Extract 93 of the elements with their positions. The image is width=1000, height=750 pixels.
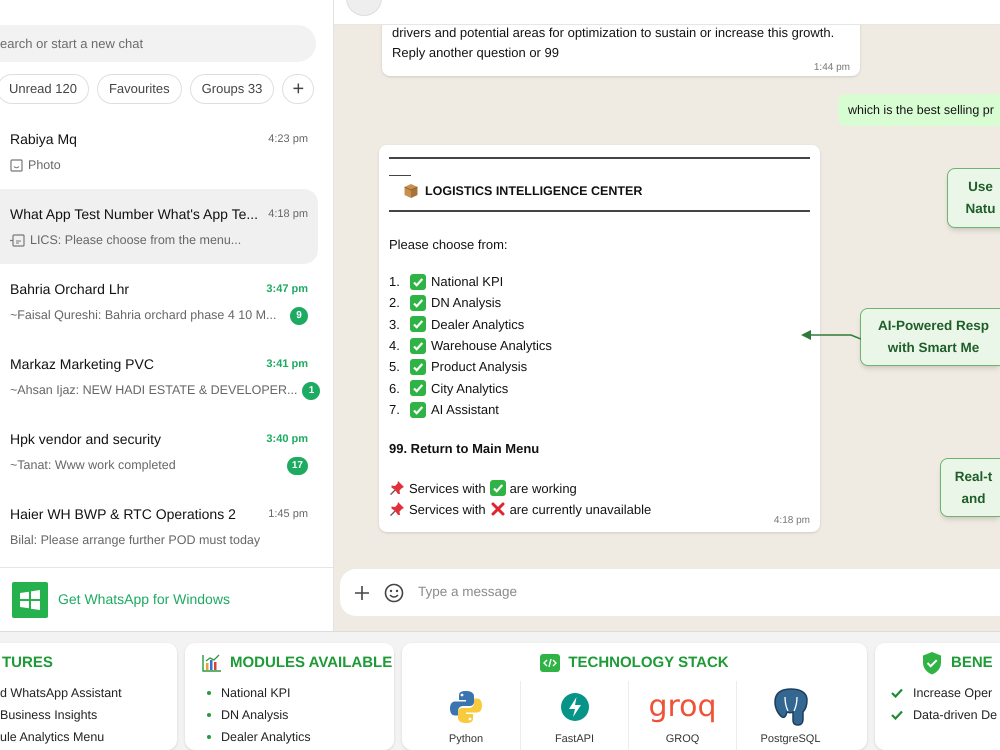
package-icon: [403, 182, 419, 199]
shield-check-icon: [921, 651, 943, 675]
search-field[interactable]: earch or start a new chat: [0, 25, 316, 62]
message-composer[interactable]: Type a message: [340, 569, 1000, 616]
legend-text: Services with: [409, 500, 486, 519]
checkmark-icon: [891, 710, 903, 720]
lightning-logo-icon: [560, 692, 590, 722]
return-option: 99. Return to Main Menu: [389, 439, 810, 459]
bullet-icon: [207, 691, 211, 695]
option-number: 6.: [389, 380, 401, 398]
unread-badge: 9: [290, 306, 308, 324]
chat-time: 1:45 pm: [268, 506, 308, 522]
panel-title: MODULES AVAILABLE: [230, 652, 392, 673]
option-label: AI Assistant: [431, 400, 499, 419]
chat-preview: ~Ahsan Ijaz: NEW HADI ESTATE & DEVELOPER...: [10, 382, 298, 400]
message-text: drivers and potential areas for optimization to sustain or increase this growth. Reply another question or 99: [392, 24, 836, 62]
unread-badge: 17: [286, 456, 308, 474]
option-label: Warehouse Analytics: [431, 337, 552, 356]
callout-text: Use Natu: [966, 178, 996, 218]
chat-time: 4:23 pm: [268, 132, 308, 147]
option-label: National KPI: [431, 273, 504, 292]
groq-logo: groq: [648, 692, 717, 722]
panel-item: National KPI: [221, 684, 290, 702]
chat-time: 3:47 pm: [266, 282, 308, 297]
message-input[interactable]: Type a message: [418, 582, 1000, 603]
message-time: 4:18 pm: [772, 516, 810, 526]
message-time: 1:44 pm: [812, 63, 850, 73]
document-icon: [10, 234, 25, 247]
filter-chip[interactable]: Groups 33: [190, 74, 274, 104]
panel-item: Increase Oper: [913, 684, 992, 702]
bullet-icon: [207, 735, 211, 739]
option-number: 3.: [389, 316, 401, 334]
elephant-logo-icon: [772, 687, 810, 727]
unread-badge: 1: [302, 382, 320, 400]
windows-logo-icon: [12, 582, 48, 618]
option-label: Product Analysis: [431, 358, 528, 376]
chat-name: Hpk vendor and security: [10, 430, 161, 449]
panel-item: Business Insights: [0, 706, 98, 724]
snakes-logo-icon: [448, 689, 484, 725]
chat-preview: ~Faisal Qureshi: Bahria orchard phase 4 10 M...: [10, 307, 278, 324]
emoji-icon: [384, 582, 404, 602]
legend-text: are currently unavailable: [510, 500, 652, 519]
add-filter-button[interactable]: +: [282, 74, 314, 104]
photo-icon: [10, 159, 23, 172]
option-number: 7.: [389, 400, 401, 419]
plus-icon: [354, 584, 370, 600]
option-label: Dealer Analytics: [431, 316, 524, 334]
panel-item: ule Analytics Menu: [0, 728, 104, 746]
chart-icon: [202, 654, 222, 672]
chat-name: Markaz Marketing PVC: [10, 354, 154, 374]
bullet-icon: [207, 713, 211, 717]
chat-time: 4:18 pm: [268, 206, 308, 222]
option-number: 2.: [389, 294, 401, 312]
chat-list-item[interactable]: What App Test Number What's App Te... 4:18 pm LICS: Please choose from the menu...: [0, 189, 318, 264]
chat-preview: ~Tanat: Www work completed: [10, 457, 177, 474]
tech-label: GROQ: [666, 732, 700, 747]
option-number: 1.: [389, 273, 401, 292]
code-icon: [540, 654, 560, 672]
option-label: City Analytics: [431, 380, 508, 398]
panel-title: BENE: [951, 652, 993, 673]
pushpin-icon: [389, 501, 405, 518]
chat-name: Rabiya Mq: [10, 130, 77, 149]
tech-label: PostgreSQL: [760, 732, 820, 747]
chat-preview: Bilal: Please arrange further POD must today: [10, 532, 262, 550]
chat-preview: LICS: Please choose from the menu...: [30, 232, 242, 250]
chat-name: Haier WH BWP & RTC Operations 2: [10, 504, 236, 524]
chat-time: 3:41 pm: [266, 356, 308, 372]
callout-text: AI-Powered Resp with Smart Me: [878, 317, 990, 357]
menu-title: LOGISTICS INTELLIGENCE CENTER: [425, 182, 642, 200]
legend-text: are working: [510, 480, 577, 498]
panel-item: Data-driven De: [913, 706, 998, 724]
panel-title: TECHNOLOGY STACK: [568, 652, 729, 673]
menu-prompt: Please choose from:: [389, 236, 509, 254]
panel-item: DN Analysis: [221, 706, 288, 724]
legend-text: Services with: [409, 480, 486, 498]
checkmark-icon: [891, 688, 903, 698]
tech-label: Python: [448, 732, 484, 747]
panel-title: TURES: [2, 652, 53, 673]
option-label: DN Analysis: [431, 294, 502, 312]
option-number: 5.: [389, 358, 401, 376]
callout-text: Real-t and: [954, 468, 992, 508]
filter-chip[interactable]: Unread 120: [0, 74, 89, 104]
chat-name: Bahria Orchard Lhr: [10, 280, 130, 298]
chat-preview: Photo: [28, 157, 62, 174]
panel-item: d WhatsApp Assistant: [0, 684, 122, 702]
chat-name: What App Test Number What's App Te...: [10, 204, 258, 224]
pushpin-icon: [389, 480, 405, 496]
message-text: which is the best selling pr: [848, 102, 994, 119]
filter-chip[interactable]: Favourites: [96, 74, 182, 104]
chat-time: 3:40 pm: [266, 432, 308, 447]
panel-item: Dealer Analytics: [221, 728, 311, 746]
tech-label: FastAPI: [554, 732, 594, 747]
option-number: 4.: [389, 337, 401, 356]
